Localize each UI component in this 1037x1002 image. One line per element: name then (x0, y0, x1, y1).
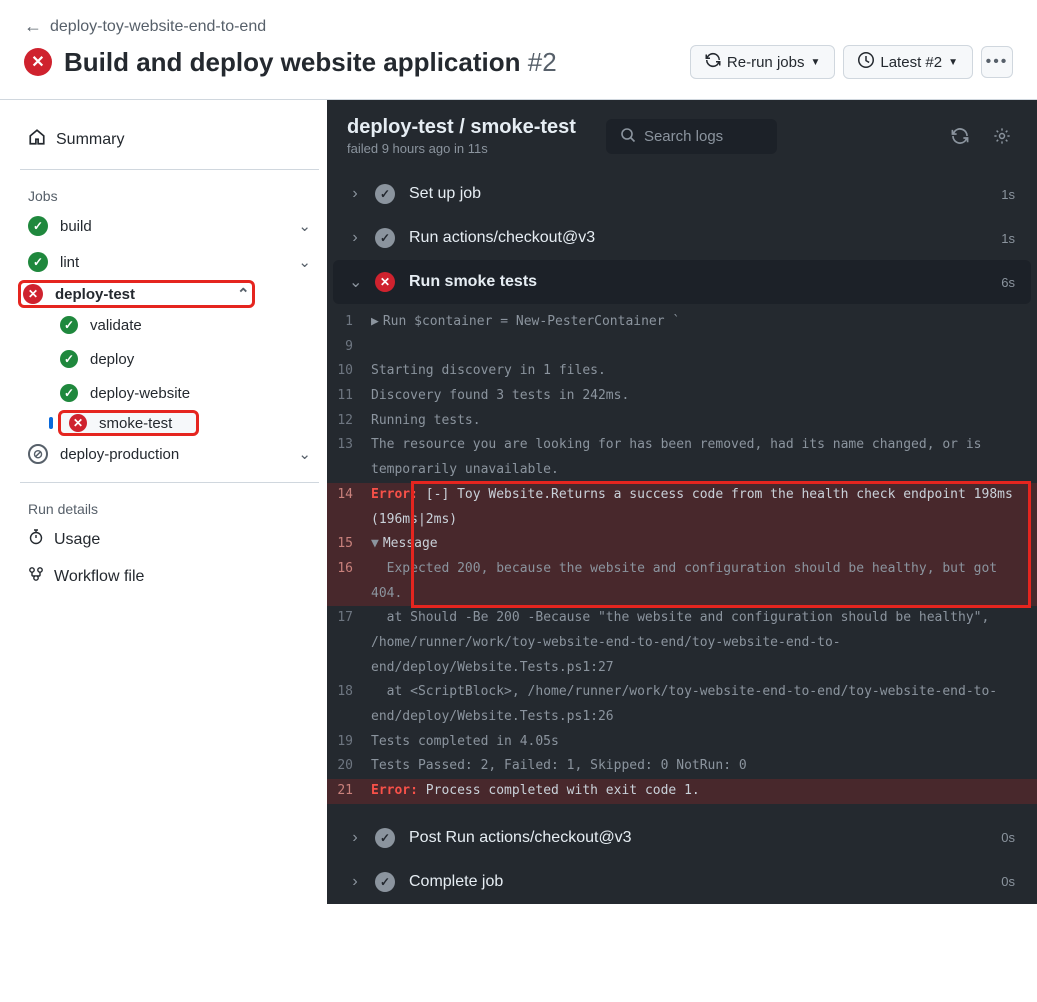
sync-icon (705, 52, 721, 72)
back-arrow-icon[interactable]: ← (24, 16, 42, 37)
log-line[interactable]: 9 (327, 335, 1037, 360)
check-icon: ✓ (60, 350, 78, 368)
caret-down-icon: ▼ (948, 57, 958, 68)
log-line[interactable]: 19Tests completed in 4.05s (327, 730, 1037, 755)
workflow-title: Build and deploy website application #2 (64, 47, 557, 78)
check-icon: ✓ (28, 216, 48, 236)
log-line-error[interactable]: 14Error: [-] Toy Website.Returns a succe… (327, 483, 1037, 532)
log-line-error[interactable]: 15▼Message (327, 532, 1037, 557)
search-icon (620, 127, 636, 146)
chevron-down-icon: ⌄ (349, 272, 361, 292)
log-job-title: deploy-test / smoke-test (347, 116, 576, 139)
chevron-right-icon: › (349, 829, 361, 847)
chevron-up-icon[interactable]: ⌃ (237, 285, 250, 303)
chevron-down-icon[interactable]: ⌄ (298, 445, 311, 463)
x-icon: ✕ (23, 284, 43, 304)
x-icon: ✕ (69, 414, 87, 432)
job-lint[interactable]: ✓ lint ⌄ (20, 244, 319, 280)
log-line[interactable]: 12Running tests. (327, 409, 1037, 434)
check-icon: ✓ (375, 228, 395, 248)
check-icon: ✓ (60, 384, 78, 402)
log-line[interactable]: 11Discovery found 3 tests in 242ms. (327, 384, 1037, 409)
summary-link[interactable]: Summary (20, 120, 319, 159)
check-icon: ✓ (375, 184, 395, 204)
log-line-error[interactable]: 21Error: Process completed with exit cod… (327, 779, 1037, 804)
chevron-down-icon[interactable]: ⌄ (298, 253, 311, 271)
job-deploy-test[interactable]: ✕ deploy-test ⌃ (18, 280, 255, 308)
step-run-smoke-tests[interactable]: ⌄ ✕ Run smoke tests 6s (333, 260, 1031, 304)
log-line[interactable]: 18 at <ScriptBlock>, /home/runner/work/t… (327, 680, 1037, 729)
log-line-error[interactable]: 16 Expected 200, because the website and… (327, 557, 1037, 606)
job-deploy[interactable]: ✓ deploy (20, 342, 319, 376)
chevron-right-icon: › (349, 229, 361, 247)
refresh-logs-button[interactable] (945, 121, 975, 151)
workflow-status-fail-icon: ✕ (24, 48, 52, 76)
x-icon: ✕ (375, 272, 395, 292)
check-icon: ✓ (28, 252, 48, 272)
log-job-subtitle: failed 9 hours ago in 11s (347, 141, 576, 156)
step-setup-job[interactable]: › ✓ Set up job 1s (327, 172, 1037, 216)
check-icon: ✓ (375, 828, 395, 848)
check-icon: ✓ (375, 872, 395, 892)
rerun-jobs-button[interactable]: Re-run jobs ▼ (690, 45, 835, 79)
history-icon (858, 52, 874, 72)
chevron-down-icon[interactable]: ⌄ (298, 217, 311, 235)
log-line[interactable]: 17 at Should -Be 200 -Because "the websi… (327, 606, 1037, 680)
step-complete-job[interactable]: › ✓ Complete job 0s (327, 860, 1037, 904)
settings-button[interactable] (987, 121, 1017, 151)
step-post-checkout[interactable]: › ✓ Post Run actions/checkout@v3 0s (327, 816, 1037, 860)
kebab-menu-button[interactable]: ••• (981, 46, 1013, 78)
home-icon (28, 128, 46, 151)
chevron-right-icon: › (349, 873, 361, 891)
workflow-file-link[interactable]: Workflow file (20, 558, 319, 595)
skip-icon: ⊘ (28, 444, 48, 464)
kebab-icon: ••• (986, 53, 1009, 71)
job-build[interactable]: ✓ build ⌄ (20, 208, 319, 244)
log-line[interactable]: 20Tests Passed: 2, Failed: 1, Skipped: 0… (327, 754, 1037, 779)
log-output: 1▶Run $container = New-PesterContainer `… (327, 304, 1037, 816)
log-line[interactable]: 1▶Run $container = New-PesterContainer ` (327, 310, 1037, 335)
check-icon: ✓ (60, 316, 78, 334)
log-line[interactable]: 13The resource you are looking for has b… (327, 433, 1037, 482)
chevron-right-icon: › (349, 185, 361, 203)
search-logs-input-wrapper[interactable] (606, 119, 778, 154)
divider (20, 169, 319, 170)
jobs-heading: Jobs (20, 180, 319, 208)
workflow-icon (28, 566, 44, 587)
step-checkout[interactable]: › ✓ Run actions/checkout@v3 1s (327, 216, 1037, 260)
run-number: #2 (528, 47, 557, 77)
breadcrumb-workflow[interactable]: deploy-toy-website-end-to-end (50, 18, 266, 36)
job-deploy-website[interactable]: ✓ deploy-website (20, 376, 319, 410)
job-validate[interactable]: ✓ validate (20, 308, 319, 342)
run-details-heading: Run details (20, 493, 319, 521)
usage-link[interactable]: Usage (20, 521, 319, 558)
stopwatch-icon (28, 529, 44, 550)
search-logs-input[interactable] (644, 128, 764, 145)
latest-run-button[interactable]: Latest #2 ▼ (843, 45, 973, 79)
divider (20, 482, 319, 483)
job-deploy-production[interactable]: ⊘ deploy-production ⌄ (20, 436, 319, 472)
log-line[interactable]: 10Starting discovery in 1 files. (327, 359, 1037, 384)
job-smoke-test[interactable]: ✕ smoke-test (58, 410, 199, 436)
caret-down-icon: ▼ (810, 57, 820, 68)
